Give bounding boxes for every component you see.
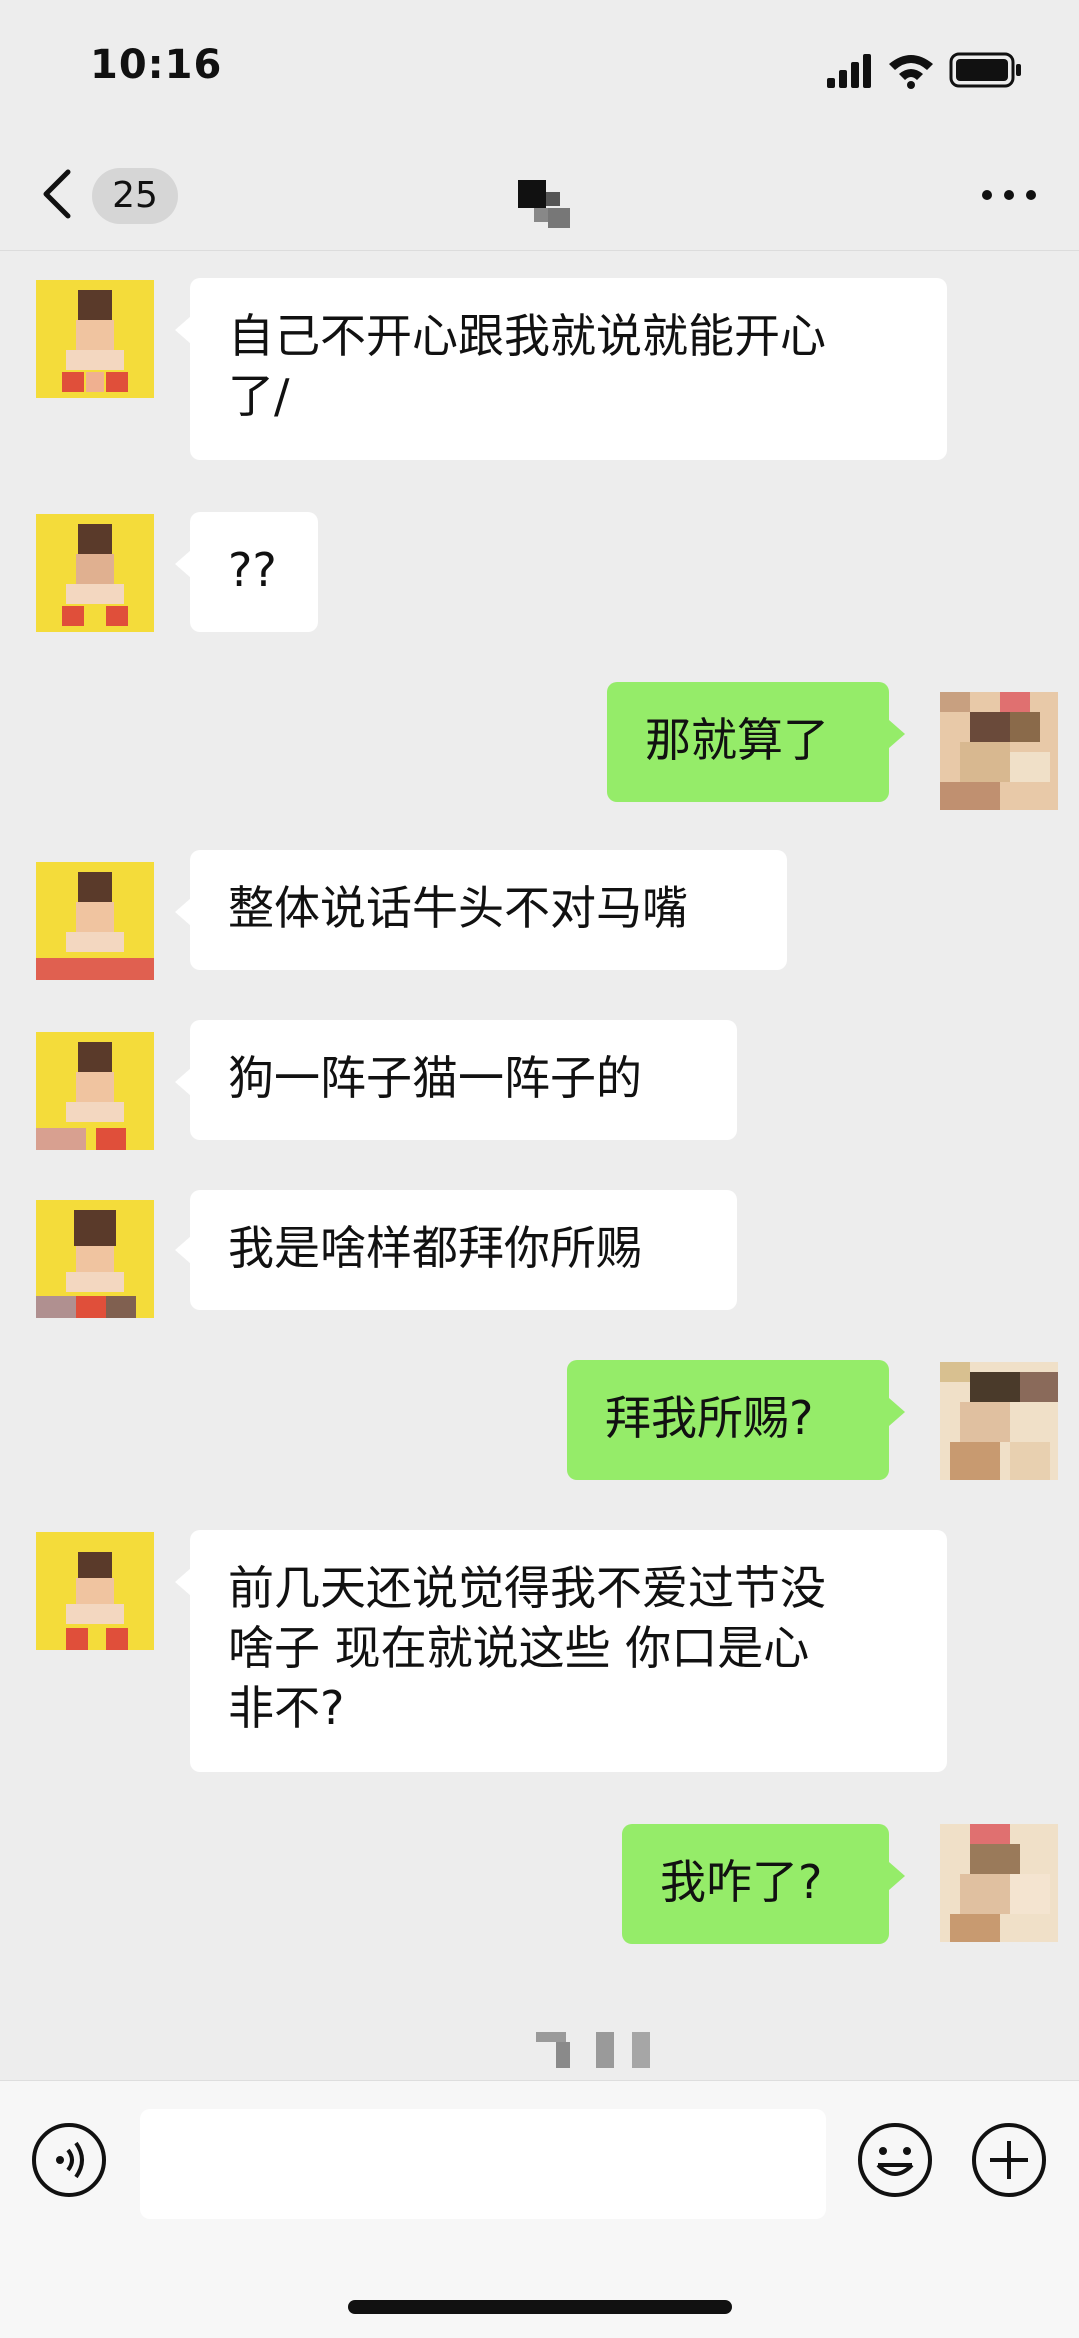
battery-icon <box>949 52 1021 88</box>
status-icons <box>827 52 1021 89</box>
message-bubble[interactable]: 我咋了? <box>622 1824 889 1944</box>
home-indicator[interactable] <box>348 2300 732 2314</box>
message-bubble[interactable]: 自己不开心跟我就说就能开心 了/ <box>190 278 947 460</box>
contact-avatar[interactable] <box>36 1032 154 1150</box>
typing-indicator <box>536 2032 650 2068</box>
my-avatar[interactable] <box>940 692 1058 810</box>
message-bubble[interactable]: 我是啥样都拜你所赐 <box>190 1190 737 1310</box>
chat-header: 25 <box>0 140 1079 251</box>
message-list[interactable]: 自己不开心跟我就说就能开心 了/ ?? 那就算了 整体说话牛头不对马嘴 狗一阵子… <box>0 250 1079 2080</box>
message-input[interactable] <box>140 2109 826 2219</box>
message-bubble[interactable]: 狗一阵子猫一阵子的 <box>190 1020 737 1140</box>
my-avatar[interactable] <box>940 1824 1058 1942</box>
back-button[interactable]: 25 <box>38 162 198 228</box>
contact-avatar[interactable] <box>36 862 154 980</box>
signal-icon <box>827 54 871 88</box>
contact-name-pixelated <box>518 180 570 228</box>
contact-avatar[interactable] <box>36 514 154 632</box>
status-bar: 10:16 <box>0 0 1079 140</box>
message-bubble[interactable]: 整体说话牛头不对马嘴 <box>190 850 787 970</box>
message-bubble[interactable]: 前几天还说觉得我不爱过节没 啥子 现在就说这些 你口是心 非不? <box>190 1530 947 1772</box>
emoji-icon[interactable] <box>856 2121 934 2199</box>
wifi-icon <box>889 55 933 89</box>
contact-avatar[interactable] <box>36 1532 154 1650</box>
plus-icon[interactable] <box>970 2121 1048 2199</box>
my-avatar[interactable] <box>940 1362 1058 1480</box>
unread-count-badge: 25 <box>92 168 178 224</box>
contact-avatar[interactable] <box>36 280 154 398</box>
message-bubble[interactable]: ?? <box>190 512 318 632</box>
contact-avatar[interactable] <box>36 1200 154 1318</box>
message-bubble[interactable]: 那就算了 <box>607 682 889 802</box>
back-chevron-icon <box>43 169 71 219</box>
status-time: 10:16 <box>90 42 223 88</box>
message-bubble[interactable]: 拜我所赐? <box>567 1360 889 1480</box>
more-icon[interactable] <box>979 180 1039 210</box>
voice-icon[interactable] <box>30 2121 108 2199</box>
